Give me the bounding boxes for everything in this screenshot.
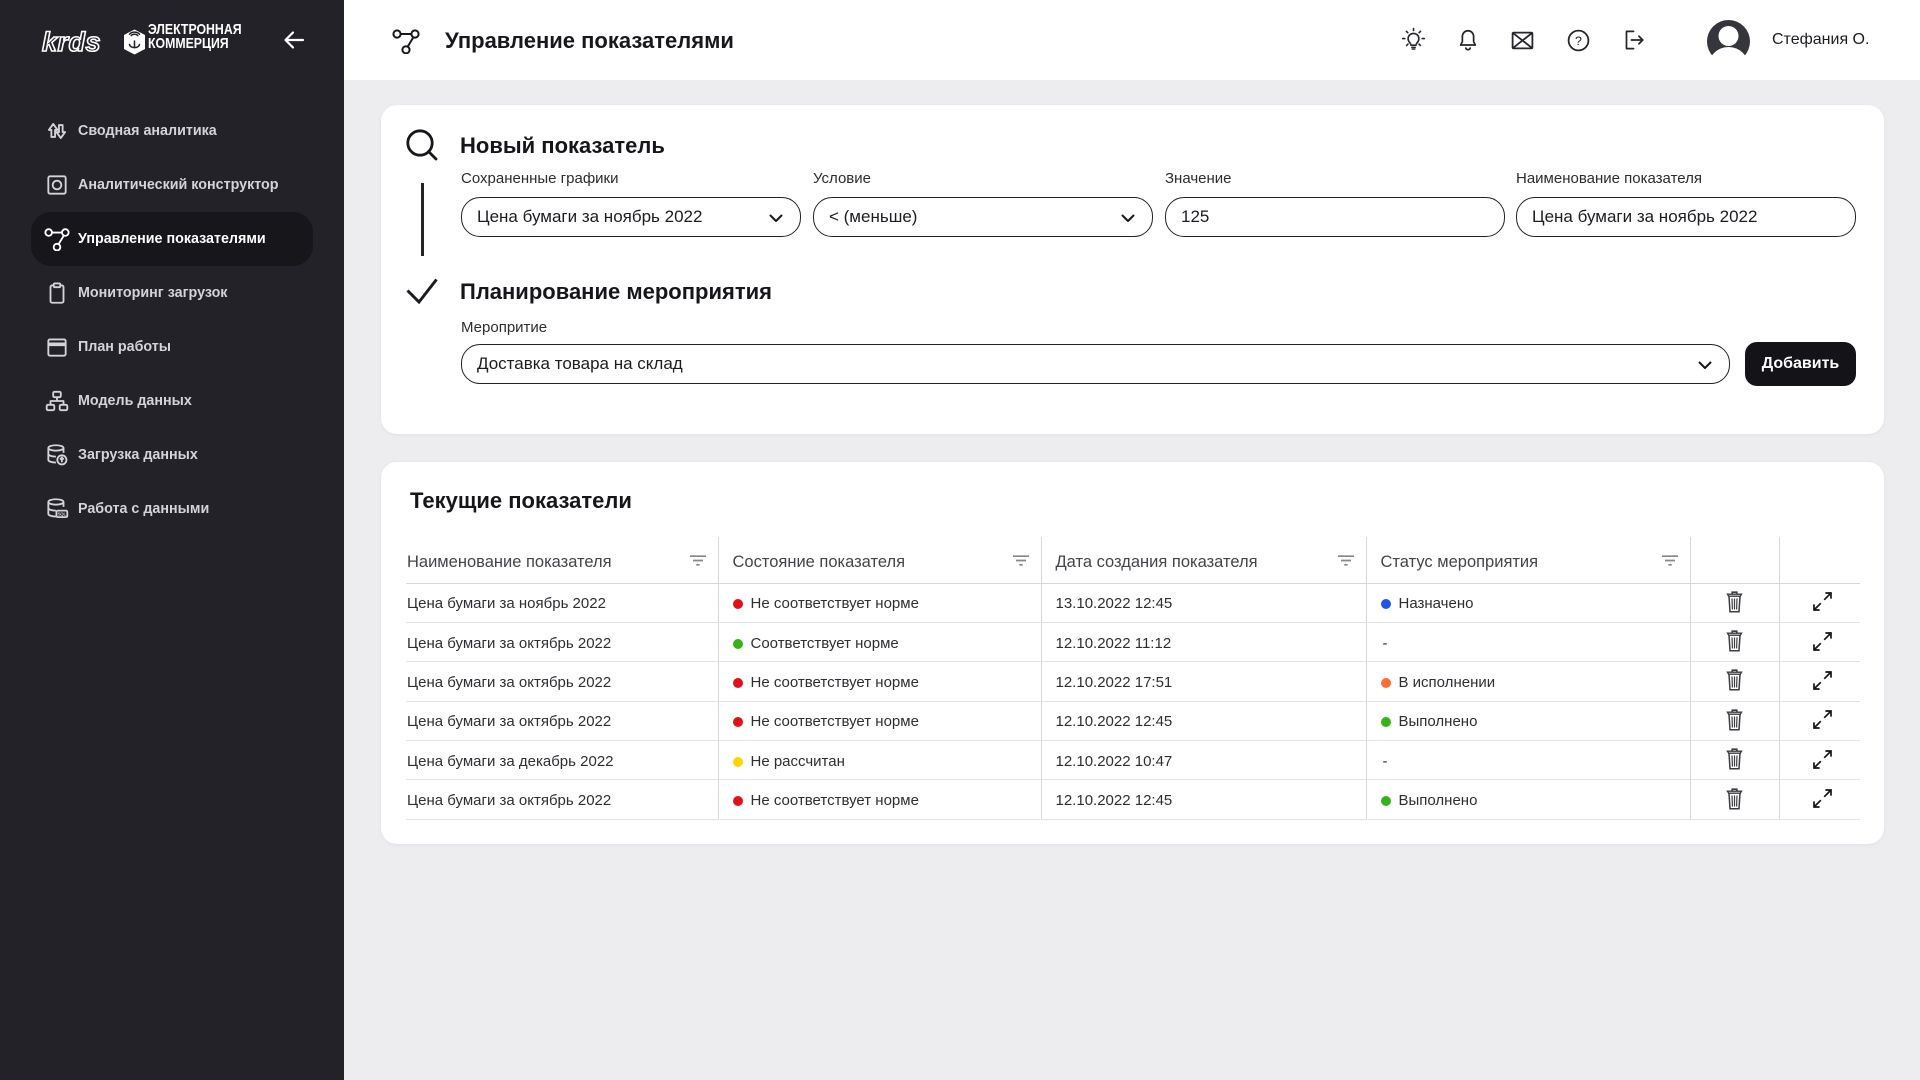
svg-text:?: ? [1575, 34, 1582, 48]
svg-text:SQL: SQL [58, 512, 67, 517]
